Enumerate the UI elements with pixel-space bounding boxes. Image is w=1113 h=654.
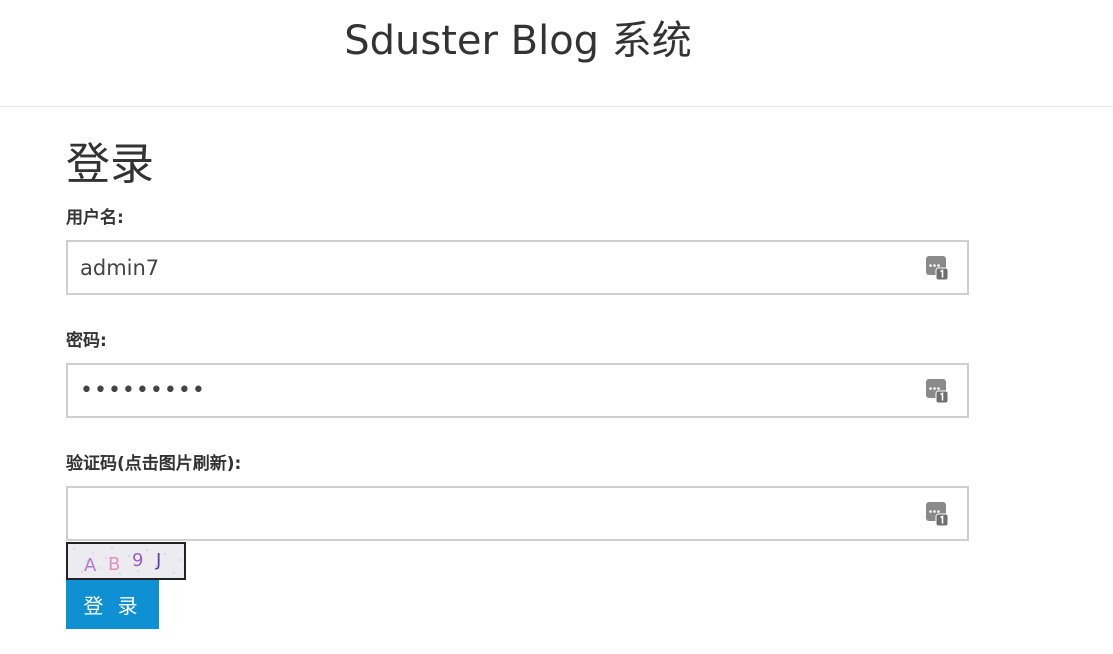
password-manager-icon[interactable]: [925, 501, 949, 527]
login-button[interactable]: 登 录: [66, 580, 159, 629]
captcha-label: 验证码(点击图片刷新):: [66, 454, 242, 474]
username-field[interactable]: [66, 240, 969, 295]
password-manager-icon[interactable]: [925, 255, 949, 281]
password-manager-icon[interactable]: [925, 378, 949, 404]
password-field[interactable]: [66, 363, 969, 418]
site-header: Sduster Blog 系统: [0, 0, 1113, 107]
username-input[interactable]: [80, 242, 910, 293]
svg-text:B: B: [108, 554, 120, 575]
page-heading: 登录: [66, 139, 154, 190]
password-label: 密码:: [66, 331, 107, 351]
password-input[interactable]: [80, 365, 910, 416]
captcha-image[interactable]: A B 9 J: [66, 542, 186, 580]
svg-text:9: 9: [132, 550, 143, 571]
captcha-field[interactable]: [66, 486, 969, 541]
site-title: Sduster Blog 系统: [344, 18, 692, 64]
captcha-input[interactable]: [80, 488, 910, 539]
username-label: 用户名:: [66, 208, 124, 228]
svg-text:A: A: [84, 555, 97, 576]
svg-text:J: J: [155, 550, 161, 571]
